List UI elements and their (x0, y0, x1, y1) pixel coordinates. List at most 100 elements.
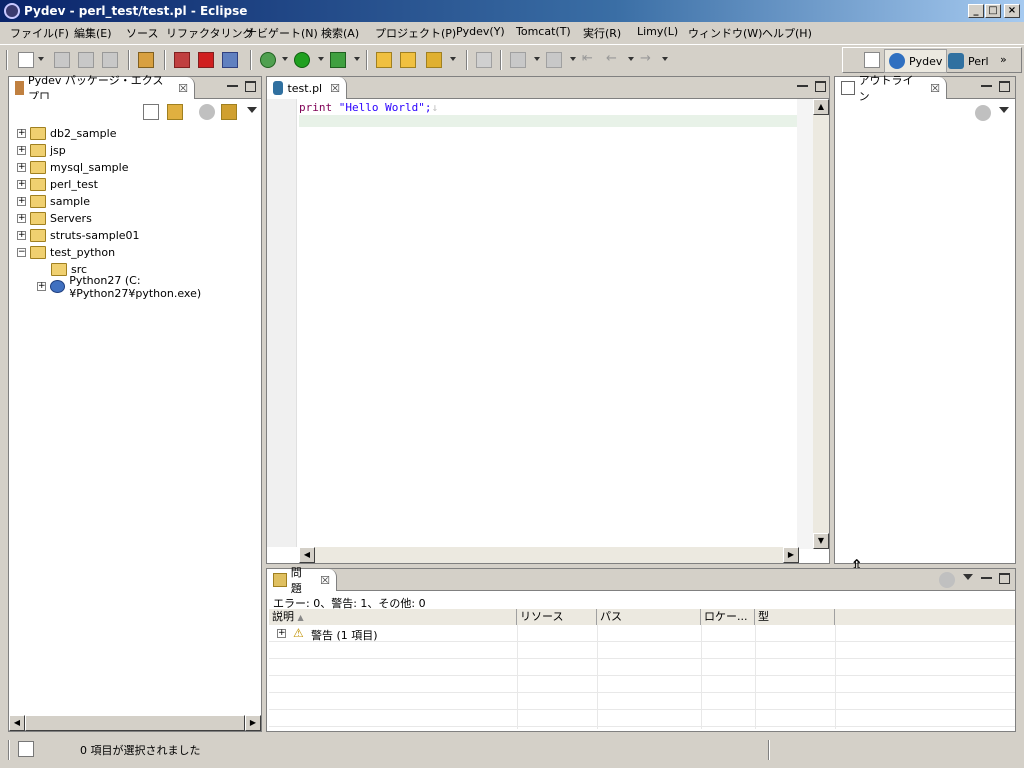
expand-icon[interactable]: + (17, 129, 26, 138)
back-dropdown-icon[interactable] (628, 57, 634, 61)
minimize-button[interactable]: _ (968, 4, 984, 18)
back-arrow-icon[interactable]: ← (606, 52, 622, 68)
expand-icon[interactable]: + (17, 180, 26, 189)
markers-icon[interactable] (222, 52, 238, 68)
remove-error-markers-icon[interactable] (198, 52, 214, 68)
minimize-view-icon[interactable] (797, 81, 808, 87)
menu-help[interactable]: ヘルプ(H) (762, 25, 812, 41)
fast-view-icon[interactable] (18, 741, 34, 757)
scroll-down-icon[interactable]: ▼ (813, 533, 829, 549)
link-with-editor-icon[interactable] (167, 104, 183, 120)
column-type[interactable]: 型 (755, 609, 835, 625)
scroll-right-icon[interactable]: ▶ (245, 715, 261, 731)
maximize-button[interactable]: □ (985, 4, 1001, 18)
menu-project[interactable]: プロジェクト(P) (375, 25, 456, 41)
expand-icon[interactable]: + (17, 146, 26, 155)
scroll-left-icon[interactable]: ◀ (9, 715, 25, 731)
menu-limy[interactable]: Limy(L) (637, 25, 678, 38)
save-all-icon[interactable] (78, 52, 94, 68)
view-menu-icon[interactable] (963, 574, 973, 580)
tree-item-perl-test[interactable]: + perl_test (17, 176, 98, 193)
close-button[interactable]: × (1004, 4, 1020, 18)
external-tools-dropdown-icon[interactable] (354, 57, 360, 61)
perspective-perl[interactable]: Perl (948, 49, 989, 73)
prev-annotation-dropdown-icon[interactable] (570, 57, 576, 61)
close-icon[interactable]: ☒ (178, 82, 188, 95)
tab-test-pl[interactable]: test.pl ☒ (267, 77, 347, 99)
more-perspectives-icon[interactable]: » (1000, 53, 1007, 66)
tree-item-python27[interactable]: + Python27 (C:¥Python27¥python.exe) (37, 274, 261, 300)
minimize-view-icon[interactable] (981, 573, 992, 579)
run-dropdown-icon[interactable] (318, 57, 324, 61)
filters-icon[interactable] (975, 105, 991, 121)
new-icon[interactable] (18, 52, 34, 68)
forward-arrow-icon[interactable]: → (640, 52, 656, 68)
column-path[interactable]: パス (597, 609, 701, 625)
forward-icon[interactable] (221, 104, 237, 120)
scroll-thumb[interactable] (25, 715, 245, 731)
scroll-up-icon[interactable]: ▲ (813, 99, 829, 115)
column-resource[interactable]: リソース (517, 609, 597, 625)
table-row[interactable]: + ⚠ 警告 (1 項目) (269, 625, 1015, 642)
editor-vertical-scrollbar[interactable]: ▲ ▼ (813, 99, 829, 549)
tree-item-db2-sample[interactable]: + db2_sample (17, 125, 116, 142)
close-icon[interactable]: ☒ (330, 82, 340, 95)
column-description[interactable]: 説明 ▲ (269, 609, 517, 625)
expand-icon[interactable]: + (17, 214, 26, 223)
tree-item-test-python[interactable]: − test_python (17, 244, 115, 261)
close-icon[interactable]: ☒ (320, 574, 330, 587)
tab-package-explorer[interactable]: Pydev パッケージ・エクスプロ ☒ (9, 74, 195, 103)
expand-icon[interactable]: + (277, 629, 286, 638)
new-dropdown-icon[interactable] (38, 57, 44, 61)
maximize-view-icon[interactable] (815, 81, 826, 92)
tree-item-mysql-sample[interactable]: + mysql_sample (17, 159, 129, 176)
tree-item-servers[interactable]: + Servers (17, 210, 92, 227)
run-icon[interactable] (294, 52, 310, 68)
open-perspective-icon[interactable] (864, 52, 880, 68)
menu-navigate[interactable]: ナビゲート(N) (246, 25, 318, 41)
tree-item-sample[interactable]: + sample (17, 193, 90, 210)
perspective-pydev[interactable]: Pydev (884, 49, 948, 73)
tree-item-struts-sample01[interactable]: + struts-sample01 (17, 227, 140, 244)
code-area[interactable]: print "Hello World";↓ (299, 99, 797, 133)
next-annotation-icon[interactable] (510, 52, 526, 68)
collapse-all-icon[interactable] (143, 104, 159, 120)
next-annotation-dropdown-icon[interactable] (534, 57, 540, 61)
filters-icon[interactable] (199, 104, 215, 120)
menu-window[interactable]: ウィンドウ(W) (688, 25, 762, 41)
expand-icon[interactable]: + (37, 282, 46, 291)
menu-pydev[interactable]: Pydev(Y) (456, 25, 505, 38)
filters-icon[interactable] (939, 572, 955, 588)
tab-outline[interactable]: アウトライン ☒ (835, 74, 947, 103)
pencil-dropdown-icon[interactable] (450, 57, 456, 61)
menu-source[interactable]: ソース (126, 25, 158, 41)
open-folder-icon[interactable] (376, 52, 392, 68)
prev-annotation-icon[interactable] (546, 52, 562, 68)
open-project-icon[interactable] (400, 52, 416, 68)
edit-disabled-icon[interactable] (476, 52, 492, 68)
view-menu-icon[interactable] (999, 107, 1009, 113)
menu-file[interactable]: ファイル(F) (10, 25, 69, 41)
menu-refactoring[interactable]: リファクタリング (166, 25, 254, 41)
view-menu-icon[interactable] (247, 107, 257, 113)
tab-problems[interactable]: 問題 ☒ (267, 566, 337, 595)
column-location[interactable]: ロケー... (701, 609, 755, 625)
menu-tomcat[interactable]: Tomcat(T) (516, 25, 571, 38)
external-tools-icon[interactable] (330, 52, 346, 68)
open-type-icon[interactable] (138, 52, 154, 68)
tree-item-jsp[interactable]: + jsp (17, 142, 66, 159)
maximize-view-icon[interactable] (245, 81, 256, 92)
collapse-icon[interactable]: − (17, 248, 26, 257)
forward-dropdown-icon[interactable] (662, 57, 668, 61)
menu-edit[interactable]: 編集(E) (74, 25, 112, 41)
expand-icon[interactable]: + (17, 231, 26, 240)
explorer-horizontal-scrollbar[interactable]: ◀ ▶ (9, 715, 261, 731)
editor-horizontal-scrollbar[interactable]: ◀ ▶ (299, 547, 799, 563)
debug-icon[interactable] (260, 52, 276, 68)
scroll-right-icon[interactable]: ▶ (783, 547, 799, 563)
print-icon[interactable] (102, 52, 118, 68)
last-edit-icon[interactable]: ⇤ (582, 52, 598, 68)
save-icon[interactable] (54, 52, 70, 68)
maximize-view-icon[interactable] (999, 81, 1010, 92)
expand-icon[interactable]: + (17, 197, 26, 206)
